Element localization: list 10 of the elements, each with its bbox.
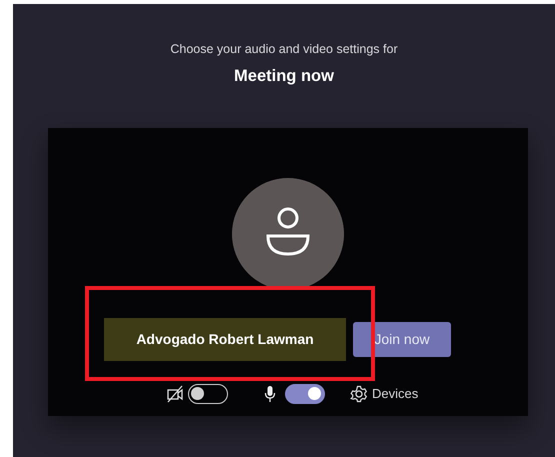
camera-off-icon[interactable] [166, 385, 184, 403]
meeting-title: Meeting now [233, 66, 335, 86]
join-button[interactable]: Join now [353, 322, 451, 357]
microphone-icon[interactable] [264, 385, 276, 403]
toggle-switch[interactable] [188, 384, 228, 404]
settings-icon[interactable] [350, 385, 368, 403]
name-label: Advogado Robert Lawman [104, 318, 346, 361]
subtitle: Choose your audio and video settings for [169, 41, 399, 58]
toggle-switch[interactable] [285, 384, 325, 404]
devices-label[interactable]: Devices [372, 384, 418, 404]
